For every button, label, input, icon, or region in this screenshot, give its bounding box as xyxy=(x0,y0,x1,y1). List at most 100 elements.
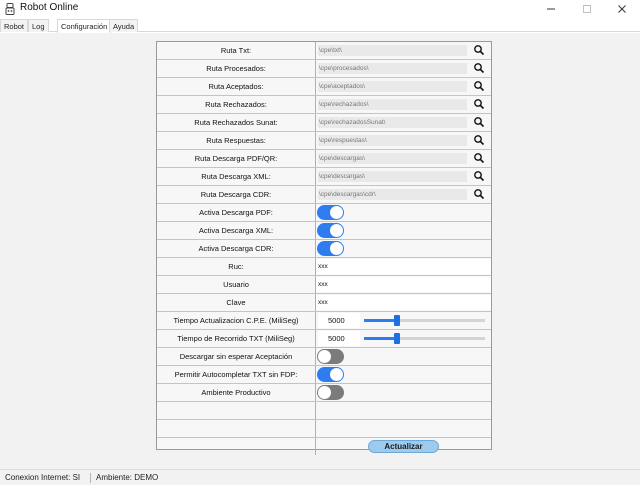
row-tiempo-recorrido: Tiempo de Recorrido TXT (MiliSeg) 5000 xyxy=(157,330,491,348)
search-button[interactable] xyxy=(473,62,485,74)
minimize-button[interactable] xyxy=(537,0,565,18)
row-usuario: Usuario xxx xyxy=(157,276,491,294)
ruta-descarga-cdr-field[interactable]: \cpe\descargas\cdr\ xyxy=(318,189,467,200)
clave-input[interactable]: xxx xyxy=(316,295,491,310)
robot-app-icon xyxy=(5,3,15,15)
row-ruta-descarga-xml: Ruta Descarga XML: \cpe\descargas\ xyxy=(157,168,491,186)
search-icon xyxy=(474,117,485,128)
activa-descarga-xml-toggle[interactable] xyxy=(317,223,344,238)
row-label xyxy=(157,420,316,437)
actualizar-button[interactable]: Actualizar xyxy=(368,440,439,453)
activa-descarga-pdf-toggle[interactable] xyxy=(317,205,344,220)
row-label: Usuario xyxy=(157,276,316,293)
row-label: Ruta Rechazados: xyxy=(157,96,316,113)
descargar-sin-esperar-toggle[interactable] xyxy=(317,349,344,364)
window-title: Robot Online xyxy=(20,2,79,13)
ruta-txt-field[interactable]: \cpe\txt\ xyxy=(318,45,467,56)
slider-thumb[interactable] xyxy=(394,315,400,326)
tab-configuracion[interactable]: Configuración xyxy=(57,19,112,33)
row-ruta-procesados: Ruta Procesados: \cpe\procesados\ xyxy=(157,60,491,78)
usuario-input[interactable]: xxx xyxy=(316,277,491,292)
row-label: Permitir Autocompletar TXT sin FDP: xyxy=(157,366,316,383)
search-icon xyxy=(474,45,485,56)
row-actualizar: Actualizar xyxy=(157,438,491,456)
row-label: Ruta Descarga CDR: xyxy=(157,186,316,203)
row-label: Ruta Respuestas: xyxy=(157,132,316,149)
ruta-aceptados-field[interactable]: \cpe\aceptados\ xyxy=(318,81,467,92)
search-icon xyxy=(474,63,485,74)
ruta-respuestas-field[interactable]: \cpe\respuestas\ xyxy=(318,135,467,146)
ruta-descarga-pdf-field[interactable]: \cpe\descargas\ xyxy=(318,153,467,164)
ambiente-productivo-toggle[interactable] xyxy=(317,385,344,400)
search-icon xyxy=(474,171,485,182)
row-ruta-rechazados: Ruta Rechazados: \cpe\rechazados\ xyxy=(157,96,491,114)
search-icon xyxy=(474,135,485,146)
ruta-procesados-field[interactable]: \cpe\procesados\ xyxy=(318,63,467,74)
status-internet: Conexion Internet: SI xyxy=(5,473,81,482)
search-button[interactable] xyxy=(473,98,485,110)
empty-row xyxy=(157,420,491,438)
row-descargar-sin-esperar: Descargar sin esperar Aceptación xyxy=(157,348,491,366)
toggle-knob xyxy=(318,386,331,399)
row-label: Ruc: xyxy=(157,258,316,275)
row-ruta-aceptados: Ruta Aceptados: \cpe\aceptados\ xyxy=(157,78,491,96)
search-button[interactable] xyxy=(473,134,485,146)
row-ambiente-productivo: Ambiente Productivo xyxy=(157,384,491,402)
empty-cell xyxy=(316,402,491,419)
tab-log[interactable]: Log xyxy=(28,19,49,32)
row-label: Ruta Aceptados: xyxy=(157,78,316,95)
search-icon xyxy=(474,153,485,164)
row-label: Tiempo de Recorrido TXT (MiliSeg) xyxy=(157,330,316,347)
row-autocompletar-txt: Permitir Autocompletar TXT sin FDP: xyxy=(157,366,491,384)
close-button[interactable] xyxy=(608,0,636,18)
row-activa-descarga-xml: Activa Descarga XML: xyxy=(157,222,491,240)
row-label: Ruta Txt: xyxy=(157,42,316,59)
search-icon xyxy=(474,99,485,110)
activa-descarga-cdr-toggle[interactable] xyxy=(317,241,344,256)
toggle-knob xyxy=(318,350,331,363)
row-label: Tiempo Actualizacion C.P.E. (MiliSeg) xyxy=(157,312,316,329)
row-tiempo-actualizacion: Tiempo Actualizacion C.P.E. (MiliSeg) 50… xyxy=(157,312,491,330)
search-button[interactable] xyxy=(473,152,485,164)
tab-ayuda[interactable]: Ayuda xyxy=(109,19,139,32)
slider-thumb[interactable] xyxy=(394,333,400,344)
config-table: Ruta Txt: \cpe\txt\ Ruta Procesados: \cp… xyxy=(156,41,492,455)
row-clave: Clave xxx xyxy=(157,294,491,312)
autocompletar-txt-toggle[interactable] xyxy=(317,367,344,382)
ruta-rechazados-field[interactable]: \cpe\rechazados\ xyxy=(318,99,467,110)
status-bar: Conexion Internet: SI Ambiente: DEMO xyxy=(0,469,640,485)
search-button[interactable] xyxy=(473,44,485,56)
tiempo-actualizacion-input[interactable]: 5000 xyxy=(318,313,360,328)
maximize-icon xyxy=(583,5,591,13)
status-environment: Ambiente: DEMO xyxy=(96,473,159,482)
maximize-button[interactable] xyxy=(573,0,601,18)
row-label: Activa Descarga XML: xyxy=(157,222,316,239)
row-activa-descarga-cdr: Activa Descarga CDR: xyxy=(157,240,491,258)
row-label: Activa Descarga CDR: xyxy=(157,240,316,257)
row-label: Ruta Procesados: xyxy=(157,60,316,77)
search-button[interactable] xyxy=(473,188,485,200)
title-bar: Robot Online xyxy=(0,0,640,18)
tab-strip: Robot Log Configuración Ayuda xyxy=(0,19,640,33)
search-icon xyxy=(474,189,485,200)
search-button[interactable] xyxy=(473,80,485,92)
toggle-knob xyxy=(330,242,343,255)
row-ruta-descarga-cdr: Ruta Descarga CDR: \cpe\descargas\cdr\ xyxy=(157,186,491,204)
ruta-rechazados-sunat-field[interactable]: \cpe\rechazadosSunat\ xyxy=(318,117,467,128)
slider-fill xyxy=(364,337,397,340)
row-label: Descargar sin esperar Aceptación xyxy=(157,348,316,365)
search-button[interactable] xyxy=(473,116,485,128)
ruc-input[interactable]: xxx xyxy=(316,259,491,274)
search-icon xyxy=(474,81,485,92)
search-button[interactable] xyxy=(473,170,485,182)
tab-robot[interactable]: Robot xyxy=(0,19,29,32)
row-activa-descarga-pdf: Activa Descarga PDF: xyxy=(157,204,491,222)
toggle-knob xyxy=(330,206,343,219)
row-label: Activa Descarga PDF: xyxy=(157,204,316,221)
row-label: Ruta Rechazados Sunat: xyxy=(157,114,316,131)
ruta-descarga-xml-field[interactable]: \cpe\descargas\ xyxy=(318,171,467,182)
row-label: Ruta Descarga XML: xyxy=(157,168,316,185)
tiempo-actualizacion-slider[interactable] xyxy=(364,315,485,326)
tiempo-recorrido-input[interactable]: 5000 xyxy=(318,331,360,346)
tiempo-recorrido-slider[interactable] xyxy=(364,333,485,344)
